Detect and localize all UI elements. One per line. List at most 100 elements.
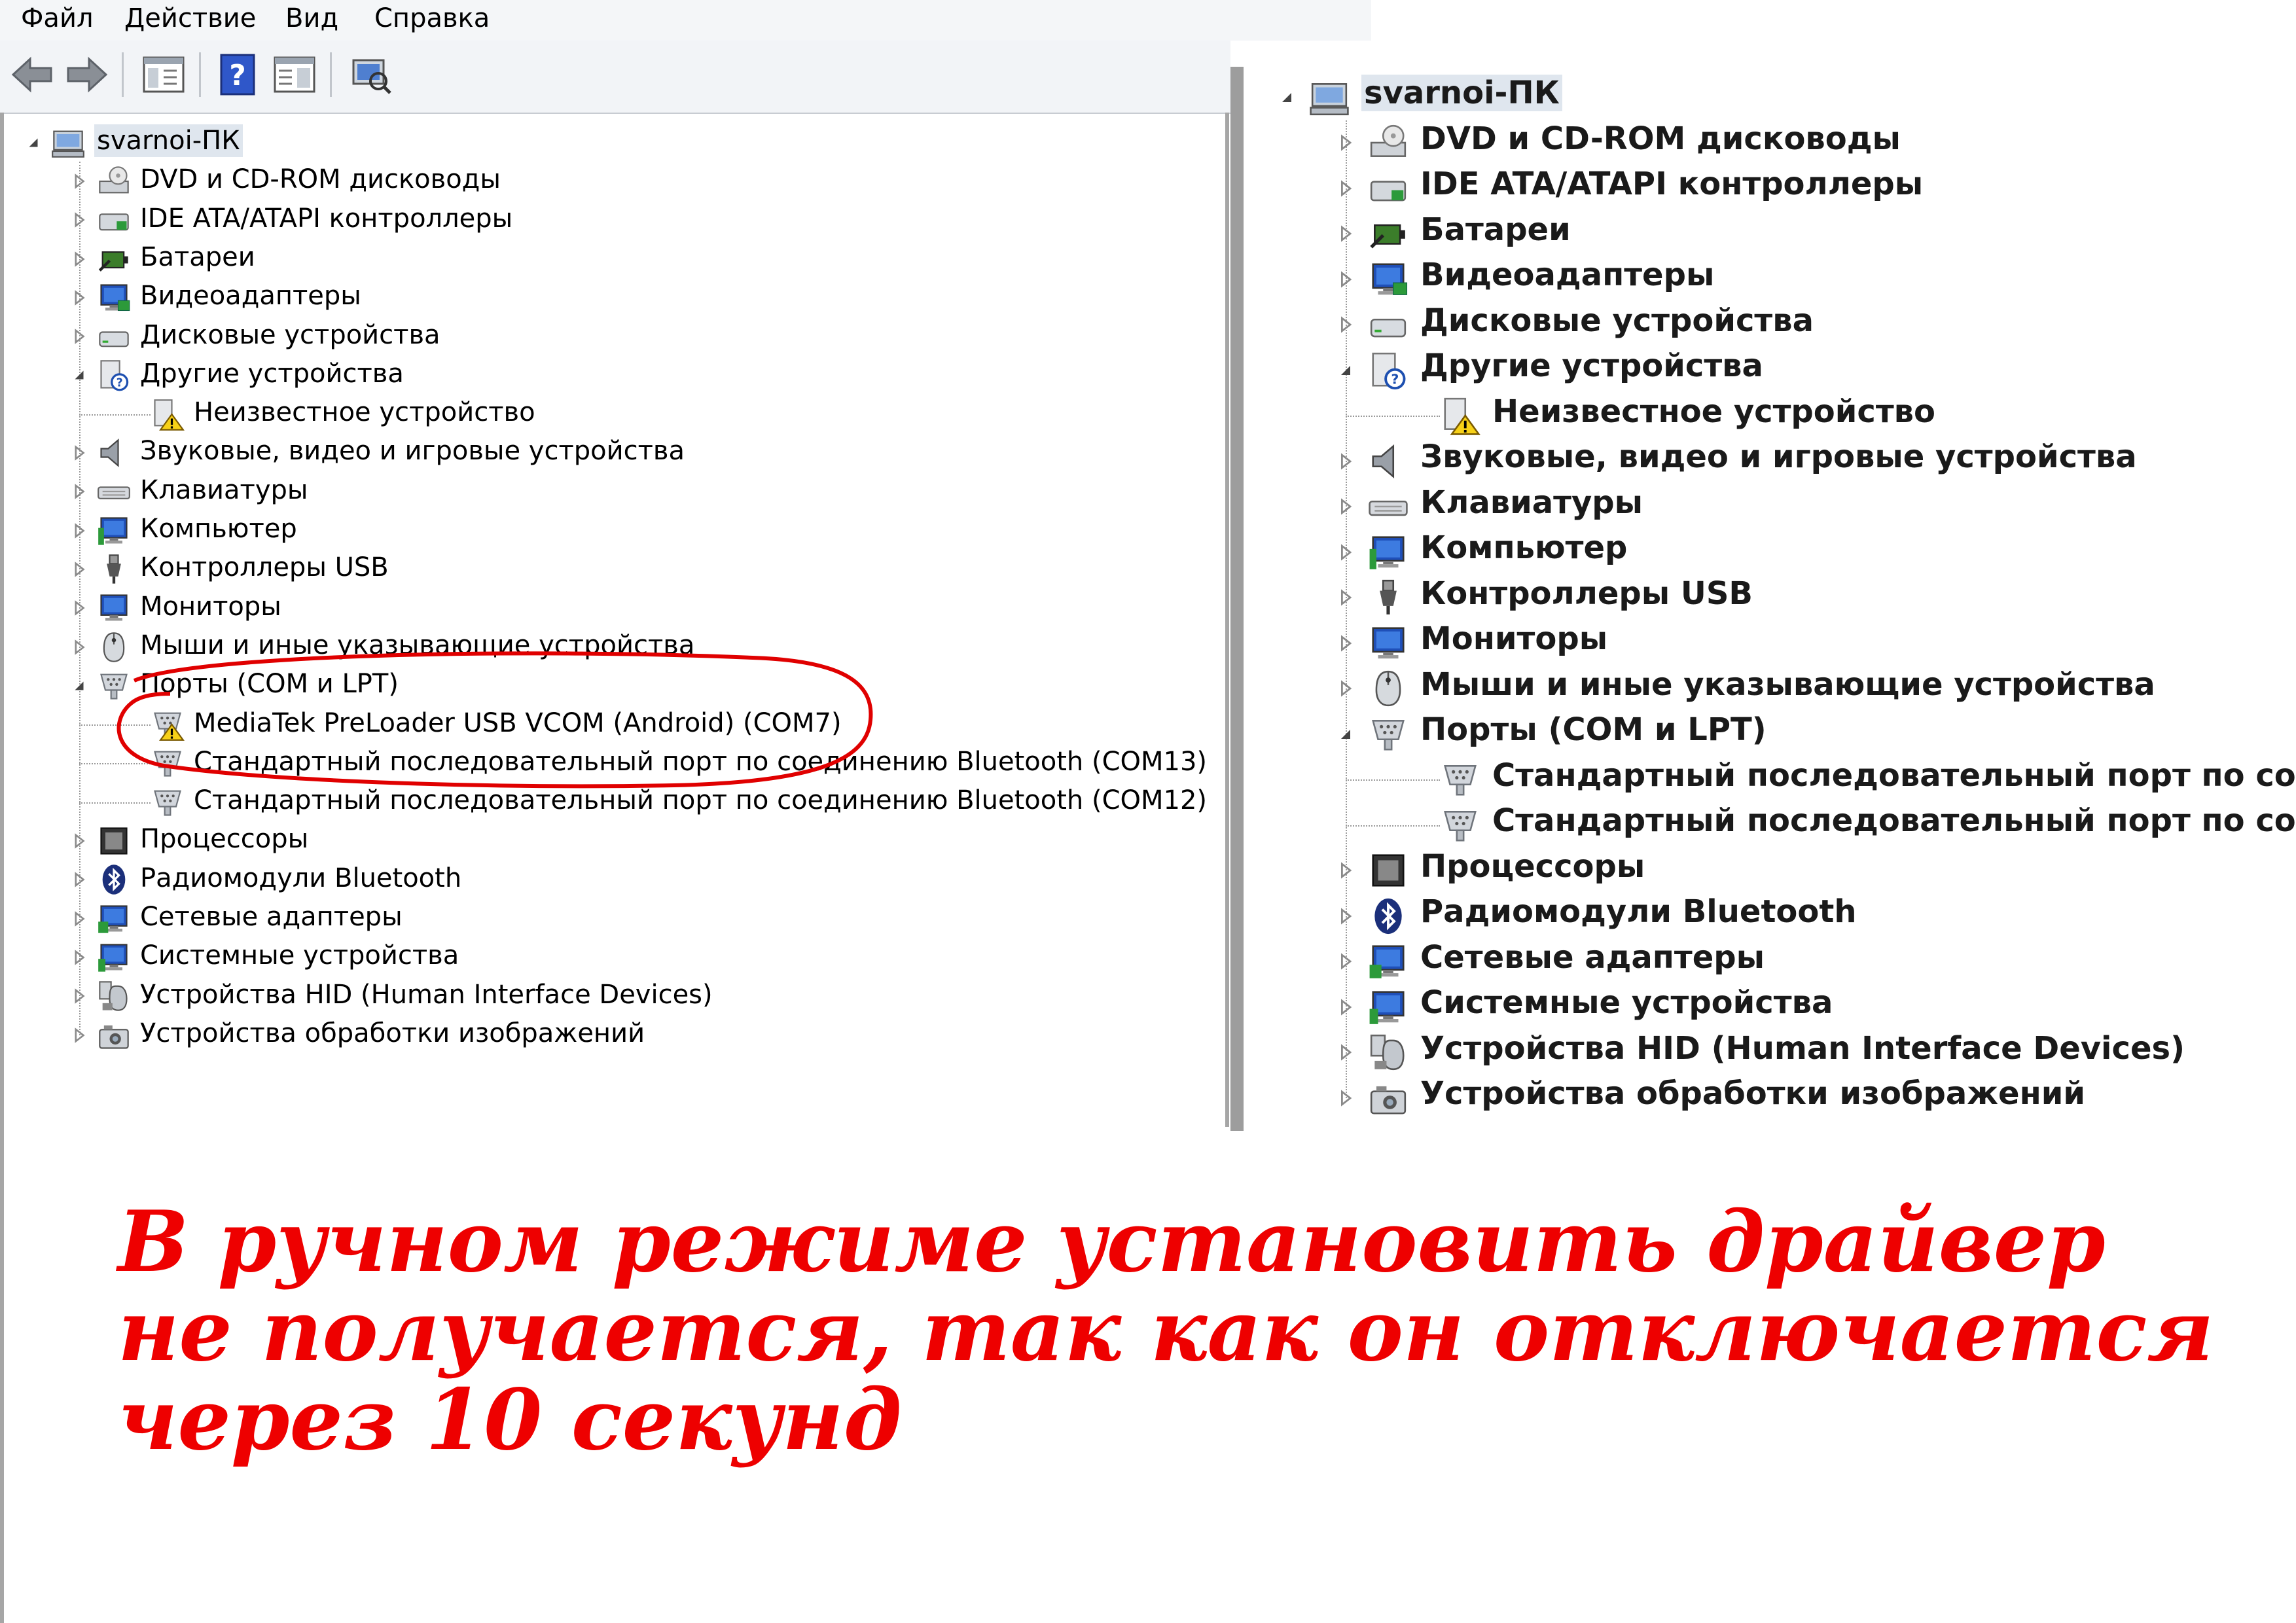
properties-icon[interactable]: [271, 51, 318, 98]
expand-arrow-icon[interactable]: [1336, 179, 1355, 200]
expand-arrow-icon[interactable]: [71, 561, 88, 580]
expand-arrow-icon[interactable]: [1336, 315, 1355, 336]
expand-arrow-icon[interactable]: [71, 211, 88, 231]
tree-category[interactable]: Видеоадаптеры: [1230, 257, 2296, 302]
tree-category[interactable]: Звуковые, видео и игровые устройства: [0, 433, 1217, 472]
tree-category[interactable]: Радиомодули Bluetooth: [1230, 893, 2296, 939]
expand-arrow-icon[interactable]: [1336, 497, 1355, 518]
expand-arrow-icon[interactable]: [1336, 907, 1355, 928]
tree-device[interactable]: Стандартный последовательный порт по сое…: [0, 783, 1217, 821]
menu-bar: Файл Действие Вид Справка: [0, 0, 1371, 41]
tree-category[interactable]: Мыши и иные указывающие устройства: [1230, 666, 2296, 712]
tree-category[interactable]: Батареи: [1230, 211, 2296, 257]
tree-category[interactable]: Дисковые устройства: [0, 317, 1217, 356]
tree-category[interactable]: Системные устройства: [1230, 984, 2296, 1030]
scan-hardware-icon[interactable]: [347, 51, 394, 98]
tree-category[interactable]: Мониторы: [1230, 620, 2296, 666]
tree-device[interactable]: Неизвестное устройство: [0, 395, 1217, 433]
expand-arrow-icon[interactable]: [71, 328, 88, 348]
tree-category[interactable]: Клавиатуры: [1230, 484, 2296, 530]
tree-category[interactable]: Радиомодули Bluetooth: [0, 861, 1217, 899]
tree-category[interactable]: Клавиатуры: [0, 473, 1217, 511]
tree-category[interactable]: Дисковые устройства: [1230, 302, 2296, 348]
tree-category[interactable]: Мониторы: [0, 589, 1217, 628]
tree-category[interactable]: Устройства HID (Human Interface Devices): [0, 977, 1217, 1016]
expand-arrow-icon[interactable]: [71, 639, 88, 658]
expand-arrow-icon[interactable]: [71, 522, 88, 542]
tree-category[interactable]: Системные устройства: [0, 938, 1217, 976]
tree-device[interactable]: Стандартный последовательный порт по сое…: [0, 744, 1217, 783]
expand-arrow-icon[interactable]: [71, 832, 88, 852]
expand-arrow-icon[interactable]: [1336, 1089, 1355, 1110]
menu-help[interactable]: Справка: [374, 4, 490, 33]
expand-arrow-icon[interactable]: [71, 483, 88, 503]
tree-category[interactable]: ? Другие устройства: [1230, 348, 2296, 393]
menu-view[interactable]: Вид: [285, 4, 338, 33]
tree-category[interactable]: Устройства обработки изображений: [0, 1016, 1217, 1054]
expand-arrow-icon[interactable]: [71, 599, 88, 619]
tree-category[interactable]: IDE ATA/ATAPI контроллеры: [1230, 166, 2296, 211]
forward-arrow-icon[interactable]: [63, 51, 110, 98]
expand-arrow-icon[interactable]: [71, 1027, 88, 1046]
expand-arrow-icon[interactable]: [1336, 543, 1355, 564]
tree-category[interactable]: Контроллеры USB: [0, 550, 1217, 588]
tree-category[interactable]: Мыши и иные указывающие устройства: [0, 628, 1217, 666]
collapse-arrow-icon[interactable]: [1278, 88, 1296, 109]
tree-category[interactable]: Устройства HID (Human Interface Devices): [1230, 1030, 2296, 1076]
collapse-arrow-icon[interactable]: [1336, 725, 1355, 746]
tree-category[interactable]: ? Другие устройства: [0, 356, 1217, 395]
tree-device[interactable]: Неизвестное устройство: [1230, 393, 2296, 439]
tree-root[interactable]: svarnoi-ПК: [1230, 75, 2296, 120]
tree-category[interactable]: Батареи: [0, 240, 1217, 278]
expand-arrow-icon[interactable]: [1336, 998, 1355, 1019]
tree-category[interactable]: Контроллеры USB: [1230, 575, 2296, 621]
expand-arrow-icon[interactable]: [71, 289, 88, 309]
tree-category[interactable]: Сетевые адаптеры: [0, 899, 1217, 938]
tree-category[interactable]: Компьютер: [0, 511, 1217, 550]
menu-action[interactable]: Действие: [124, 4, 256, 33]
menu-file[interactable]: Файл: [21, 4, 94, 33]
tree-device[interactable]: Стандартный последовательный порт по сое: [1230, 802, 2296, 848]
tree-category[interactable]: Видеоадаптеры: [0, 278, 1217, 317]
expand-arrow-icon[interactable]: [71, 910, 88, 930]
tree-category[interactable]: Устройства обработки изображений: [1230, 1075, 2296, 1121]
expand-arrow-icon[interactable]: [1336, 588, 1355, 609]
tree-category[interactable]: Порты (COM и LPT): [1230, 711, 2296, 757]
expand-arrow-icon[interactable]: [71, 173, 88, 192]
tree-device[interactable]: Стандартный последовательный порт по сое: [1230, 757, 2296, 803]
expand-arrow-icon[interactable]: [1336, 270, 1355, 291]
back-arrow-icon[interactable]: [9, 51, 56, 98]
expand-arrow-icon[interactable]: [1336, 679, 1355, 700]
expand-arrow-icon[interactable]: [1336, 634, 1355, 655]
expand-arrow-icon[interactable]: [71, 251, 88, 270]
expand-arrow-icon[interactable]: [71, 871, 88, 891]
tree-category[interactable]: DVD и CD-ROM дисководы: [0, 162, 1217, 200]
tree-category[interactable]: DVD и CD-ROM дисководы: [1230, 120, 2296, 166]
expand-arrow-icon[interactable]: [1336, 861, 1355, 882]
collapse-arrow-icon[interactable]: [25, 134, 42, 154]
tree-category[interactable]: Звуковые, видео и игровые устройства: [1230, 438, 2296, 484]
collapse-arrow-icon[interactable]: [1336, 361, 1355, 382]
expand-arrow-icon[interactable]: [71, 988, 88, 1007]
expand-arrow-icon[interactable]: [1336, 952, 1355, 973]
tree-category[interactable]: Процессоры: [0, 821, 1217, 860]
tree-category[interactable]: IDE ATA/ATAPI контроллеры: [0, 201, 1217, 240]
collapse-arrow-icon[interactable]: [71, 677, 88, 697]
tree-guide-line: [79, 414, 151, 416]
console-tree-icon[interactable]: [140, 51, 187, 98]
tree-category[interactable]: Компьютер: [1230, 529, 2296, 575]
tree-root[interactable]: svarnoi-ПК: [0, 123, 1217, 162]
tree-device[interactable]: MediaTek PreLoader USB VCOM (Android) (C…: [0, 705, 1217, 744]
expand-arrow-icon[interactable]: [1336, 452, 1355, 473]
tree-category[interactable]: Сетевые адаптеры: [1230, 939, 2296, 985]
expand-arrow-icon[interactable]: [1336, 224, 1355, 245]
tree-category[interactable]: Процессоры: [1230, 848, 2296, 894]
expand-arrow-icon[interactable]: [1336, 134, 1355, 154]
expand-arrow-icon[interactable]: [71, 949, 88, 969]
collapse-arrow-icon[interactable]: [71, 366, 88, 386]
help-icon[interactable]: ?: [216, 51, 263, 98]
tree-category[interactable]: Порты (COM и LPT): [0, 666, 1217, 705]
battery-icon: [97, 242, 131, 279]
expand-arrow-icon[interactable]: [71, 444, 88, 464]
expand-arrow-icon[interactable]: [1336, 1043, 1355, 1064]
